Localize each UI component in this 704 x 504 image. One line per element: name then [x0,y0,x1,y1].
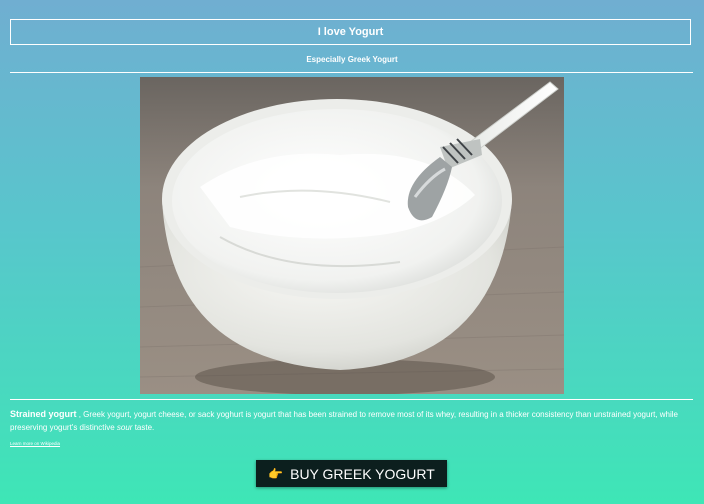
description-text-2: taste. [132,423,155,432]
page-title: I love Yogurt [317,26,384,38]
description-emphasis: sour [116,423,133,432]
divider-top [10,72,693,73]
wikipedia-link[interactable]: Learn more on Wikipedia [10,441,60,446]
page-subtitle: Especially Greek Yogurt [306,55,398,64]
description-text-1: , Greek yogurt, yogurt cheese, or sack y… [10,410,678,432]
yogurt-image [140,77,564,394]
page-title-box: I love Yogurt [10,19,691,45]
buy-greek-yogurt-button[interactable]: 👉 BUY GREEK YOGURT [256,460,447,487]
yogurt-description: Strained yogurt , Greek yogurt, yogurt c… [10,408,694,434]
buy-button-label: BUY GREEK YOGURT [290,465,435,482]
divider-bottom [10,399,693,400]
pointing-hand-icon: 👉 [268,466,284,481]
description-term: Strained yogurt [10,409,77,419]
